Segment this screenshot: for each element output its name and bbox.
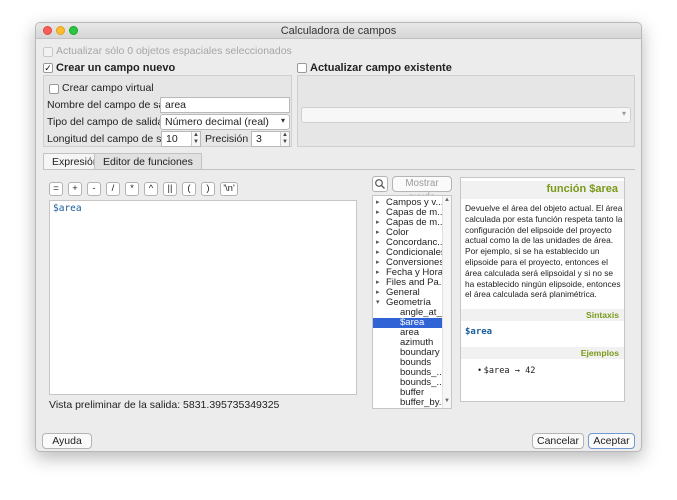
output-length-value: 10 [166, 133, 178, 145]
function-tree[interactable]: ▸ Campos y v... ▸ Capas de m... ▸ Capas de m.… [372, 195, 452, 409]
output-length-spinbox[interactable]: 10 ▲ ▼ [161, 131, 201, 147]
operator-button-close-paren[interactable]: ) [201, 182, 215, 196]
scroll-up-icon[interactable]: ▲ [444, 197, 450, 203]
expression-editor[interactable]: $area [49, 200, 357, 395]
existing-field-select[interactable]: ▾ [301, 107, 631, 123]
chevron-down-icon[interactable]: ▾ [376, 298, 380, 308]
cancel-button[interactable]: Cancelar [532, 433, 584, 449]
chevron-right-icon[interactable]: ▸ [376, 198, 380, 208]
chevron-right-icon[interactable]: ▸ [376, 228, 380, 238]
update-selected-checkbox[interactable] [43, 47, 53, 57]
expression-text[interactable]: $area [53, 203, 82, 214]
tree-scrollbar[interactable]: ▲ ▼ [442, 196, 451, 408]
precision-label: Precisión [205, 133, 249, 145]
precision-value: 3 [256, 133, 262, 145]
existing-field-group: ▾ [297, 75, 635, 147]
create-new-field-checkbox[interactable]: ✓ [43, 63, 53, 73]
update-selected-label: Actualizar sólo 0 objetos espaciales sel… [56, 45, 292, 57]
chevron-down-icon: ▾ [280, 116, 285, 125]
create-new-field-label: Crear un campo nuevo [56, 62, 176, 74]
stepper-arrows-icon[interactable]: ▲ ▼ [280, 132, 289, 146]
chevron-right-icon[interactable]: ▸ [376, 258, 380, 268]
operator-button-minus[interactable]: - [87, 182, 101, 196]
field-calculator-window: Calculadora de campos Actualizar sólo 0 … [35, 22, 642, 452]
operator-button-equals[interactable]: = [49, 182, 63, 196]
chevron-down-icon: ▾ [621, 109, 626, 118]
syntax-text: $area [465, 327, 493, 337]
function-help-description: Devuelve el área del objeto actual. El á… [465, 203, 623, 300]
title-bar: Calculadora de campos [36, 23, 641, 39]
output-name-input[interactable]: area [160, 97, 290, 113]
update-existing-field-checkbox[interactable] [297, 63, 307, 73]
chevron-right-icon[interactable]: ▸ [376, 248, 380, 258]
output-preview: Vista preliminar de la salida: 5831.3957… [49, 399, 280, 411]
virtual-field-label: Crear campo virtual [62, 82, 154, 94]
chevron-right-icon[interactable]: ▸ [376, 218, 380, 228]
tab-function-editor[interactable]: Editor de funciones [94, 153, 202, 170]
operator-button-plus[interactable]: + [68, 182, 82, 196]
function-tree-rows: ▸ Campos y v... ▸ Capas de m... ▸ Capas de m.… [373, 198, 450, 409]
tree-function-label: centroid [400, 408, 434, 409]
operator-button-power[interactable]: ^ [144, 182, 158, 196]
scroll-down-icon[interactable]: ▼ [444, 398, 450, 404]
tree-function-item[interactable]: centroid [400, 408, 434, 409]
output-type-value: Número decimal (real) [165, 116, 269, 128]
search-button[interactable] [372, 176, 388, 192]
chevron-right-icon[interactable]: ▸ [376, 268, 380, 278]
operator-button-multiply[interactable]: * [125, 182, 139, 196]
chevron-right-icon[interactable]: ▸ [376, 238, 380, 248]
show-help-button[interactable]: Mostrar ayuda [392, 176, 452, 203]
search-icon [375, 179, 385, 189]
precision-spinbox[interactable]: 3 ▲ ▼ [251, 131, 290, 147]
operator-toolbar: = + - / * ^ || ( ) '\n' [49, 182, 279, 196]
help-button[interactable]: Ayuda [42, 433, 92, 449]
example-text: $area → 42 [483, 366, 536, 376]
new-field-group: Crear campo virtual Nombre del campo de … [43, 75, 292, 147]
chevron-right-icon[interactable]: ▸ [376, 208, 380, 218]
syntax-header: Sintaxis [461, 309, 624, 321]
example-item: • $area → 42 [478, 365, 535, 376]
operator-button-divide[interactable]: / [106, 182, 120, 196]
operator-button-open-paren[interactable]: ( [182, 182, 196, 196]
update-existing-field-label: Actualizar campo existente [310, 62, 452, 74]
tab-divider [43, 169, 635, 170]
accept-button[interactable]: Aceptar [588, 433, 635, 449]
examples-header: Ejemplos [461, 347, 624, 359]
virtual-field-checkbox[interactable] [49, 84, 59, 94]
output-type-label: Tipo del campo de salida [47, 116, 164, 128]
chevron-right-icon[interactable]: ▸ [376, 288, 380, 298]
function-help-title: función $area [461, 181, 624, 199]
chevron-right-icon[interactable]: ▸ [376, 278, 380, 288]
function-help-panel: función $area Devuelve el área del objet… [460, 177, 625, 402]
output-type-select[interactable]: Número decimal (real) ▾ [160, 114, 290, 130]
window-title: Calculadora de campos [280, 25, 397, 37]
operator-button-concat[interactable]: || [163, 182, 177, 196]
stepper-arrows-icon[interactable]: ▲ ▼ [191, 132, 200, 146]
operator-button-newline[interactable]: '\n' [220, 182, 238, 196]
bullet-icon: • [478, 365, 482, 375]
